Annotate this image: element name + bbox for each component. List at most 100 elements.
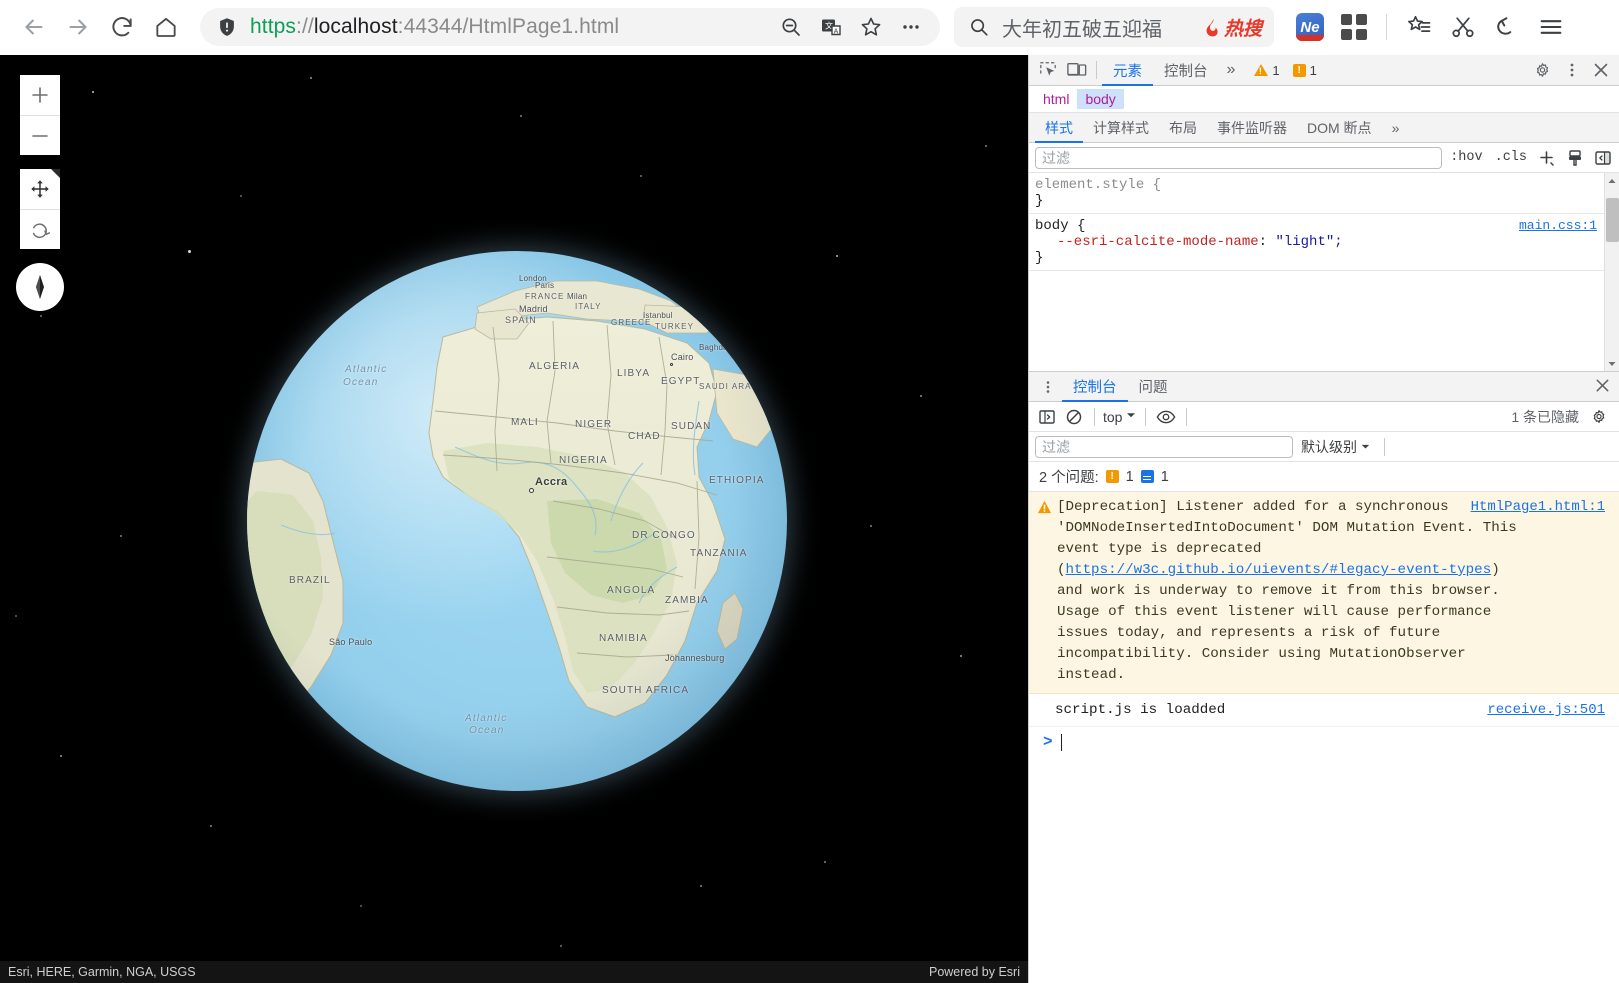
- console-warning-message[interactable]: [Deprecation] Listener added for a synch…: [1029, 492, 1619, 694]
- warning-count-button[interactable]: 1: [1249, 63, 1284, 78]
- new-style-rule-button[interactable]: [1535, 147, 1559, 169]
- translate-button[interactable]: 文 A: [812, 8, 850, 46]
- console-log-message[interactable]: script.js is loadded receive.js:501: [1029, 694, 1619, 727]
- log-levels-dropdown[interactable]: 默认级别: [1301, 437, 1371, 457]
- hot-search-badge[interactable]: 热搜: [1204, 14, 1262, 41]
- scroll-up-button[interactable]: [1605, 173, 1619, 188]
- more-vertical-icon: [1040, 379, 1056, 395]
- tab-elements[interactable]: 元素: [1102, 55, 1153, 86]
- subtab-styles[interactable]: 样式: [1035, 113, 1083, 143]
- clip-button[interactable]: [1443, 7, 1483, 47]
- flame-icon: [1204, 18, 1221, 37]
- drawer-close-button[interactable]: [1594, 377, 1611, 397]
- home-button[interactable]: [146, 7, 186, 47]
- browser-menu-button[interactable]: [1531, 7, 1571, 47]
- undo-button[interactable]: [1487, 7, 1527, 47]
- css-property-value[interactable]: "light";: [1275, 234, 1342, 250]
- element-classes-button[interactable]: [1563, 147, 1587, 169]
- collections-button[interactable]: [1399, 7, 1439, 47]
- drawer-tab-issues[interactable]: 问题: [1128, 372, 1179, 402]
- toggle-sidebar-button[interactable]: [1591, 147, 1615, 169]
- map-viewport[interactable]: Atlantic Ocean Atlantic Ocean ALGERIA LI…: [0, 55, 1028, 983]
- forward-button[interactable]: [58, 7, 98, 47]
- devtools-menu-button[interactable]: [1557, 57, 1586, 84]
- scrollbar-thumb[interactable]: [1606, 198, 1619, 242]
- warning-text-link[interactable]: https://w3c.github.io/uievents/#legacy-e…: [1066, 562, 1492, 578]
- console-settings-button[interactable]: [1587, 406, 1611, 428]
- browser-toolbar: https://localhost:44344/HtmlPage1.html 文: [0, 0, 1619, 55]
- console-prompt[interactable]: >: [1029, 727, 1619, 757]
- back-arrow-icon: [21, 14, 47, 40]
- drawer-tab-console[interactable]: 控制台: [1062, 372, 1128, 402]
- zoom-out-button[interactable]: [20, 115, 60, 155]
- text-caret: [1061, 734, 1062, 751]
- drawer-menu-button[interactable]: [1033, 373, 1062, 400]
- device-toolbar-button[interactable]: [1062, 57, 1091, 84]
- favorite-button[interactable]: [852, 8, 890, 46]
- url-text[interactable]: https://localhost:44344/HtmlPage1.html: [250, 15, 772, 39]
- search-query-text[interactable]: 大年初五破五迎福: [1002, 13, 1204, 42]
- issue-count-button[interactable]: ! 1: [1288, 63, 1322, 78]
- netease-extension-button[interactable]: Ne: [1290, 7, 1330, 47]
- netease-label: Ne: [1300, 19, 1319, 36]
- devtools-close-button[interactable]: [1586, 57, 1615, 84]
- console-message-list[interactable]: [Deprecation] Listener added for a synch…: [1029, 492, 1619, 983]
- breadcrumb-html[interactable]: html: [1035, 89, 1077, 109]
- drawer-tabbar: 控制台 问题: [1029, 372, 1619, 402]
- inspect-element-button[interactable]: [1033, 57, 1062, 84]
- info-icon: [1141, 470, 1154, 483]
- settings-button[interactable]: [1528, 57, 1557, 84]
- chevron-down-icon: [1607, 359, 1617, 369]
- zoom-in-button[interactable]: [20, 75, 60, 115]
- console-filter-input[interactable]: [1035, 436, 1293, 458]
- clear-console-button[interactable]: [1062, 406, 1086, 428]
- reload-button[interactable]: [102, 7, 142, 47]
- styles-rules-list[interactable]: element.style { } body { main.css:1 --es…: [1029, 173, 1619, 371]
- css-declaration[interactable]: --esri-calcite-mode-name: "light";: [1035, 234, 1619, 250]
- subtab-computed[interactable]: 计算样式: [1083, 113, 1159, 143]
- cls-toggle[interactable]: .cls: [1491, 150, 1531, 165]
- inspect-element-icon: [1039, 61, 1057, 79]
- zoom-out-button[interactable]: [772, 8, 810, 46]
- search-box[interactable]: 大年初五破五迎福 热搜: [954, 7, 1274, 47]
- warning-source-link[interactable]: HtmlPage1.html:1: [1471, 497, 1605, 518]
- rotate-reset-button[interactable]: [20, 209, 60, 249]
- hidden-messages-area: 1 条已隐藏: [1511, 406, 1613, 428]
- css-rule-element-style[interactable]: element.style { }: [1029, 173, 1619, 214]
- more-options-button[interactable]: [892, 8, 930, 46]
- console-sidebar-button[interactable]: [1035, 406, 1059, 428]
- issues-summary-row[interactable]: 2 个问题: ! 1 1: [1029, 462, 1619, 492]
- address-bar[interactable]: https://localhost:44344/HtmlPage1.html 文: [200, 8, 940, 46]
- live-expression-button[interactable]: [1154, 406, 1178, 428]
- compass-button[interactable]: [16, 263, 64, 311]
- rule-close-brace: }: [1035, 250, 1619, 266]
- chevron-down-icon[interactable]: [1125, 409, 1137, 424]
- subtab-dom-breakpoints[interactable]: DOM 断点: [1297, 113, 1382, 143]
- hov-toggle[interactable]: :hov: [1446, 150, 1486, 165]
- browser-extensions-area: Ne: [1290, 7, 1571, 47]
- pan-button[interactable]: [20, 169, 60, 209]
- console-context-selector[interactable]: top: [1103, 409, 1122, 425]
- scroll-down-button[interactable]: [1605, 356, 1619, 371]
- back-button[interactable]: [14, 7, 54, 47]
- more-tabs-button[interactable]: »: [1219, 55, 1244, 86]
- log-source-link[interactable]: receive.js:501: [1487, 699, 1605, 721]
- devtools-panel: 元素 控制台 » 1 ! 1: [1028, 55, 1619, 983]
- css-property-name[interactable]: --esri-calcite-mode-name: [1057, 234, 1259, 250]
- globe-3d-view[interactable]: Atlantic Ocean Atlantic Ocean ALGERIA LI…: [247, 251, 787, 791]
- tab-console[interactable]: 控制台: [1153, 55, 1219, 86]
- warning-icon: [1254, 64, 1268, 76]
- subtab-event-listeners[interactable]: 事件监听器: [1207, 113, 1297, 143]
- css-rule-body[interactable]: body { main.css:1 --esri-calcite-mode-na…: [1029, 214, 1619, 271]
- browser-window: https://localhost:44344/HtmlPage1.html 文: [0, 0, 1619, 983]
- breadcrumb-body[interactable]: body: [1077, 89, 1123, 109]
- minus-icon: [30, 126, 50, 146]
- subtab-layout[interactable]: 布局: [1159, 113, 1207, 143]
- chevron-down-icon: [1360, 441, 1371, 452]
- styles-scrollbar[interactable]: [1604, 173, 1619, 371]
- apps-button[interactable]: [1334, 7, 1374, 47]
- shield-warning-icon[interactable]: [216, 16, 238, 38]
- styles-filter-input[interactable]: [1035, 147, 1442, 169]
- rule-source-link[interactable]: main.css:1: [1519, 218, 1597, 233]
- subtabs-more-button[interactable]: »: [1382, 113, 1410, 143]
